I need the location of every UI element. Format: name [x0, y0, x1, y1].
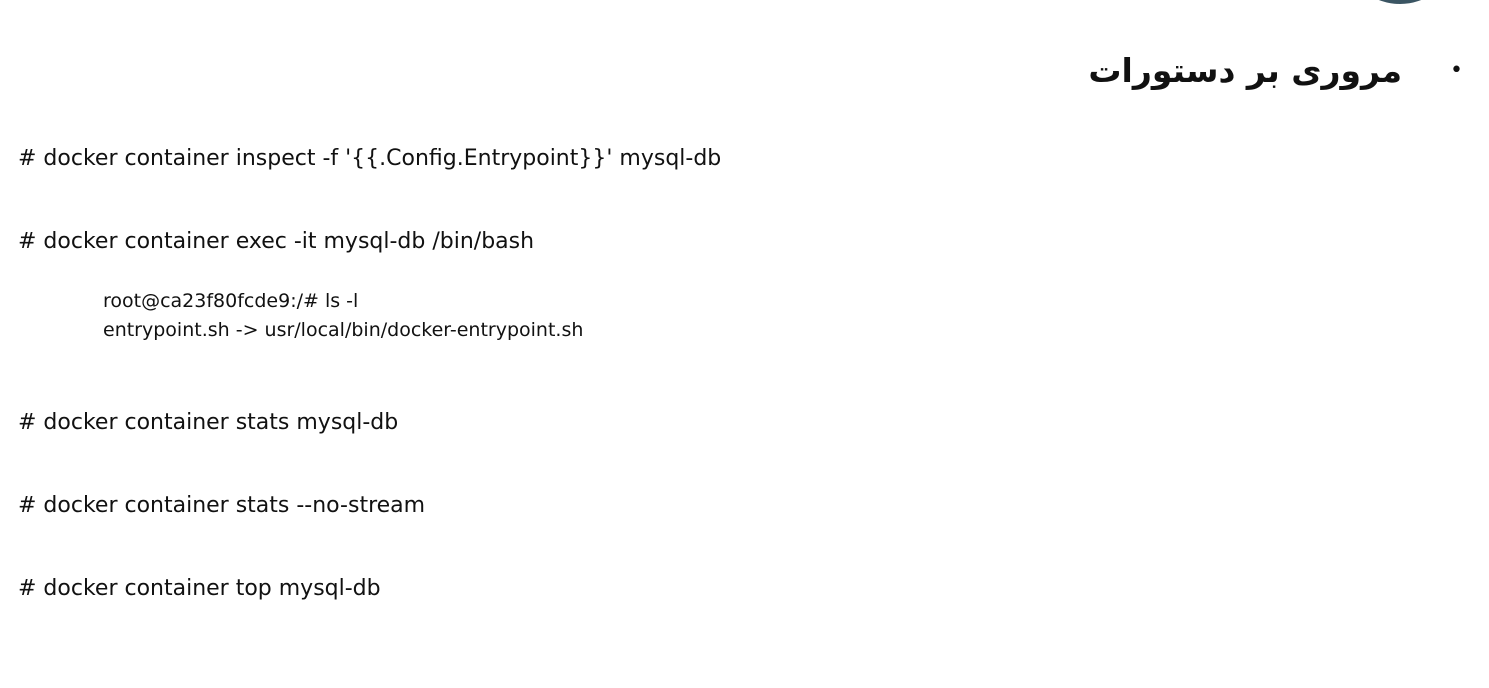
output-line-prompt: root@ca23f80fcde9:/# ls -l: [103, 290, 359, 312]
command-exec: # docker container exec -it mysql-db /bi…: [18, 229, 535, 254]
slide-title: مروری بر دستورات: [1088, 50, 1403, 90]
decorative-circle: [1352, 0, 1448, 4]
command-stats: # docker container stats mysql-db: [18, 410, 399, 435]
terminal-output: root@ca23f80fcde9:/# ls -l entrypoint.sh…: [103, 287, 583, 345]
command-top: # docker container top mysql-db: [18, 576, 381, 601]
command-stats-no-stream: # docker container stats --no-stream: [18, 493, 426, 518]
bullet-icon: •: [1450, 57, 1463, 83]
slide-header: • مروری بر دستورات: [1088, 44, 1463, 96]
output-line-entrypoint: entrypoint.sh -> usr/local/bin/docker-en…: [103, 319, 584, 341]
command-inspect: # docker container inspect -f '{{.Config…: [18, 146, 722, 171]
